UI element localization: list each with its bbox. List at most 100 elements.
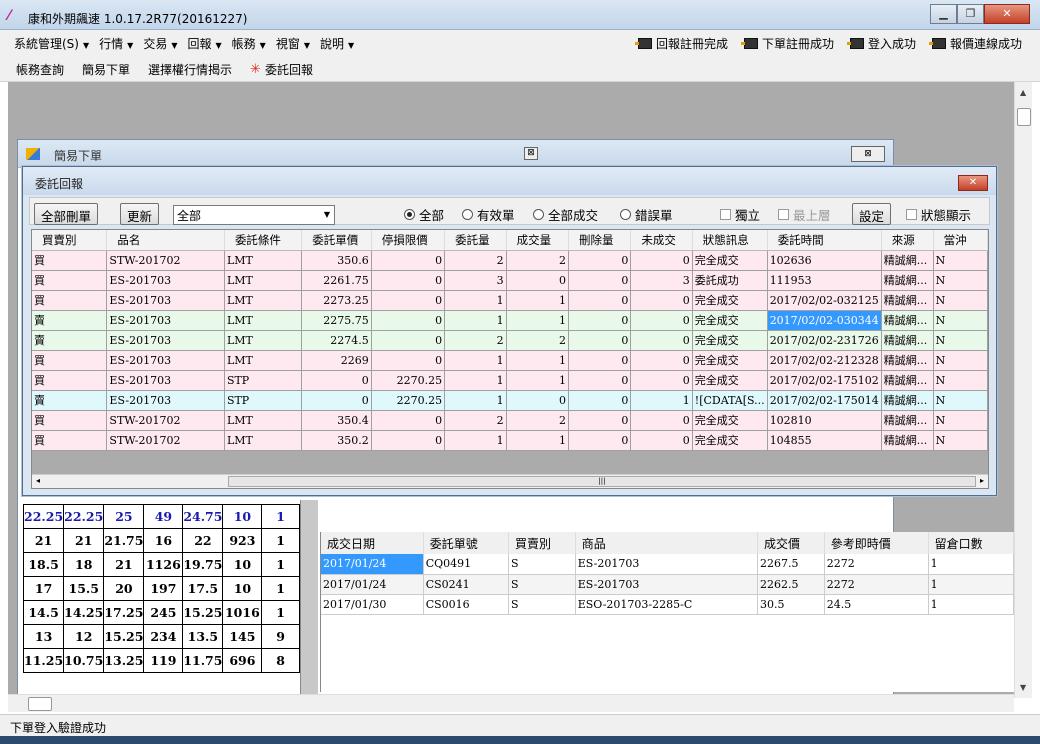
close-icon[interactable]: ✕ [958, 175, 988, 191]
price-row: 14.5 14.25 17.25 245 15.25 1016 1 [23, 600, 300, 625]
account-query-button[interactable]: 帳務查詢 [16, 61, 64, 78]
trade-row[interactable]: 2017/01/24 CQ0491 S ES-201703 2267.5 2272 1 [321, 554, 1015, 575]
order-cell-stop: 0 [371, 290, 446, 311]
connection-icon [740, 38, 758, 49]
trade-col-header[interactable]: 商品 [575, 532, 759, 554]
close-button[interactable]: ✕ [984, 4, 1030, 24]
order-cell-cond: LMT [224, 330, 303, 351]
scroll-down-icon[interactable]: ▼ [1020, 683, 1026, 692]
order-cell-source: 精誠網... [881, 390, 934, 411]
col-header[interactable]: 委託條件 [224, 230, 303, 251]
trade-row[interactable]: 2017/01/30 CS0016 S ESO-201703-2285-C 30.5 24… [321, 594, 1015, 615]
delete-all-button[interactable]: 全部刪單 [34, 203, 99, 225]
order-cell-qty: 1 [444, 430, 507, 451]
option-quotes-button[interactable]: 選擇權行情揭示 [148, 61, 232, 78]
col-header[interactable]: 品名 [106, 230, 225, 251]
order-cell-product: ES-201703 [106, 290, 225, 311]
order-row[interactable]: 賣 ES-201703 LMT 2274.5 0 2 2 0 0 完全成交 2017/02/02-2… [32, 330, 988, 351]
trade-col-header[interactable]: 參考即時價 [824, 532, 929, 554]
order-cell-filled: 1 [506, 370, 569, 391]
order-row[interactable]: 買 ES-201703 STP 0 2270.25 1 1 0 0 完全成交 2017/02/02-… [32, 370, 988, 391]
scroll-thumb[interactable]: ||| [228, 476, 976, 487]
topmost-checkbox[interactable]: 最上層 [778, 205, 831, 224]
minimize-button[interactable]: ▁ [930, 4, 957, 24]
status-bar: 下單登入驗證成功 [0, 714, 1040, 736]
vertical-scrollbar[interactable]: ▲ ▼ [1014, 82, 1032, 698]
col-header[interactable]: 未成交 [630, 230, 693, 251]
order-cell-product: STW-201702 [106, 430, 225, 451]
order-row[interactable]: 買 STW-201702 LMT 350.6 0 2 2 0 0 完全成交 102636 精誠網...… [32, 250, 988, 271]
menu-window[interactable]: 視窗 ▼ [276, 35, 310, 52]
main-horizontal-scrollbar[interactable] [8, 694, 1014, 712]
order-cell-cond: LMT [224, 350, 303, 371]
order-cell-time: 2017/02/02-175102 [767, 370, 882, 391]
col-header[interactable]: 委託單價 [301, 230, 372, 251]
order-row[interactable]: 買 STW-201702 LMT 350.2 0 1 1 0 0 完全成交 104855 精誠網...… [32, 430, 988, 451]
order-cell-source: 精誠網... [881, 310, 934, 331]
trade-col-header[interactable]: 委託單號 [423, 532, 510, 554]
menu-account[interactable]: 帳務 ▼ [232, 35, 266, 52]
trade-col-header[interactable]: 留倉口數 [928, 532, 1015, 554]
quote-connection-indicator: 報價連線成功 [928, 35, 1022, 52]
scroll-up-icon[interactable]: ▲ [1020, 88, 1026, 97]
col-header[interactable]: 當沖 [933, 230, 988, 251]
col-header[interactable]: 停損限價 [371, 230, 446, 251]
order-cell-stop: 0 [371, 350, 446, 371]
filter-select[interactable]: 全部 ▼ [173, 205, 335, 225]
radio-all-filled[interactable]: 全部成交 [533, 205, 598, 224]
scroll-right-icon[interactable]: ▸ [980, 476, 984, 485]
order-row[interactable]: 買 ES-201703 LMT 2269 0 1 1 0 0 完全成交 2017/02/02-212… [32, 350, 988, 371]
order-cell-cond: LMT [224, 430, 303, 451]
maximize-button[interactable]: ❐ [957, 4, 984, 24]
order-cell-time: 2017/02/02-030344 [767, 310, 882, 331]
radio-valid[interactable]: 有效單 [462, 205, 515, 224]
menu-system[interactable]: 系統管理(S) ▼ [14, 35, 89, 52]
col-header[interactable]: 成交量 [506, 230, 569, 251]
settings-button[interactable]: 設定 [852, 203, 892, 225]
order-row[interactable]: 買 ES-201703 LMT 2261.75 0 3 0 0 3 委託成功 111953 精誠網..… [32, 270, 988, 291]
refresh-button[interactable]: 更新 [120, 203, 160, 225]
radio-all[interactable]: 全部 [404, 205, 444, 224]
order-cell-stop: 0 [371, 310, 446, 331]
horizontal-scrollbar[interactable]: ◂ ||| ▸ [32, 474, 988, 488]
order-cell-cond: STP [224, 370, 303, 391]
standalone-checkbox[interactable]: 獨立 [720, 205, 760, 224]
col-header[interactable]: 刪除量 [568, 230, 632, 251]
close-icon[interactable]: ⊠ [524, 147, 538, 160]
order-row[interactable]: 賣 ES-201703 LMT 2275.75 0 1 1 0 0 完全成交 2017/02/02-… [32, 310, 988, 331]
menu-quotes[interactable]: 行情 ▼ [99, 35, 133, 52]
scroll-thumb[interactable] [1017, 108, 1031, 126]
order-cell-product: ES-201703 [106, 350, 225, 371]
col-header[interactable]: 狀態訊息 [692, 230, 768, 251]
col-header[interactable]: 買賣別 [32, 230, 108, 251]
menu-trade[interactable]: 交易 ▼ [143, 35, 177, 52]
order-cell-product: STW-201702 [106, 250, 225, 271]
menu-report[interactable]: 回報 ▼ [187, 35, 221, 52]
trade-col-header[interactable]: 買賣別 [508, 532, 576, 554]
scroll-left-icon[interactable]: ◂ [36, 476, 40, 485]
radio-error[interactable]: 錯誤單 [620, 205, 673, 224]
col-header[interactable]: 來源 [881, 230, 934, 251]
simple-order-button[interactable]: 簡易下單 [82, 61, 130, 78]
splitter[interactable] [300, 500, 318, 696]
trade-col-header[interactable]: 成交價 [757, 532, 825, 554]
scroll-thumb[interactable] [28, 697, 52, 711]
menu-help[interactable]: 說明 ▼ [320, 35, 354, 52]
order-cell-qty: 1 [444, 350, 507, 371]
status-display-checkbox[interactable]: 狀態顯示 [906, 205, 971, 224]
close-icon[interactable]: ⊠ [851, 146, 885, 162]
col-header[interactable]: 委託量 [444, 230, 507, 251]
order-report-button[interactable]: ✳ 委託回報 [250, 61, 313, 78]
radio-icon [620, 209, 631, 220]
order-row[interactable]: 買 STW-201702 LMT 350.4 0 2 2 0 0 完全成交 102810 精誠網...… [32, 410, 988, 431]
window-title: 康和外期飆速 1.0.17.2R77(20161227) [28, 12, 248, 26]
trade-col-header[interactable]: 成交日期 [321, 532, 424, 554]
col-header[interactable]: 委託時間 [767, 230, 882, 251]
order-cell-source: 精誠網... [881, 370, 934, 391]
order-row[interactable]: 賣 ES-201703 STP 0 2270.25 1 0 0 1 ![CDATA[S... 201… [32, 390, 988, 411]
login-indicator: 登入成功 [846, 35, 916, 52]
order-row[interactable]: 買 ES-201703 LMT 2273.25 0 1 1 0 0 完全成交 2017/02/02-… [32, 290, 988, 311]
order-cell-stop: 0 [371, 430, 446, 451]
price-row: 13 12 15.25 234 13.5 145 9 [23, 624, 300, 649]
trade-row[interactable]: 2017/01/24 CS0241 S ES-201703 2262.5 2272 1 [321, 574, 1015, 595]
